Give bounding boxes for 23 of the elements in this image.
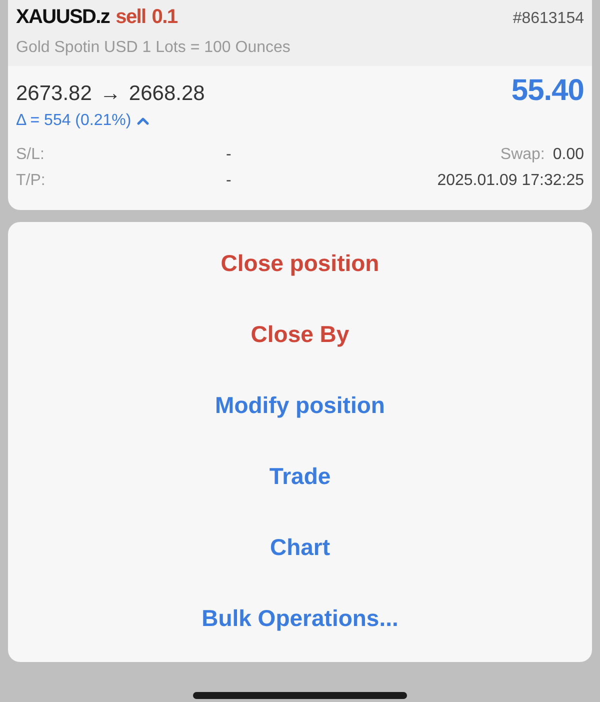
delta-text: Δ = 554 (0.21%) [16, 112, 132, 130]
swap-value: 0.00 [552, 146, 584, 164]
profit-value: 55.40 [511, 74, 584, 108]
action-button[interactable]: Modify position [8, 370, 592, 441]
action-button[interactable]: Chart [8, 512, 592, 583]
arrow-glyph: → [100, 82, 121, 106]
swap-label: Swap: [500, 146, 545, 164]
action-button[interactable]: Close By [8, 299, 592, 370]
tp-label: T/P: [16, 172, 46, 190]
open-time: 2025.01.09 17:32:25 [437, 172, 584, 190]
sl-label: S/L: [16, 146, 46, 164]
action-button[interactable]: Close position [8, 228, 592, 299]
action-button[interactable]: Trade [8, 441, 592, 512]
current-price: 2668.28 [128, 82, 205, 106]
open-price: 2673.82 [16, 82, 92, 106]
ticket-number: #8613154 [512, 10, 584, 28]
side-text: sell [116, 6, 146, 29]
volume-text: 0.1 [152, 6, 178, 29]
symbol-description: Gold Spotin USD 1 Lots = 100 Ounces [16, 39, 292, 57]
sl-value: - [226, 146, 232, 164]
action-button[interactable]: Bulk Operations... [8, 583, 592, 654]
tp-value: - [226, 172, 232, 190]
symbol-text: XAUUSD.z [16, 6, 110, 29]
